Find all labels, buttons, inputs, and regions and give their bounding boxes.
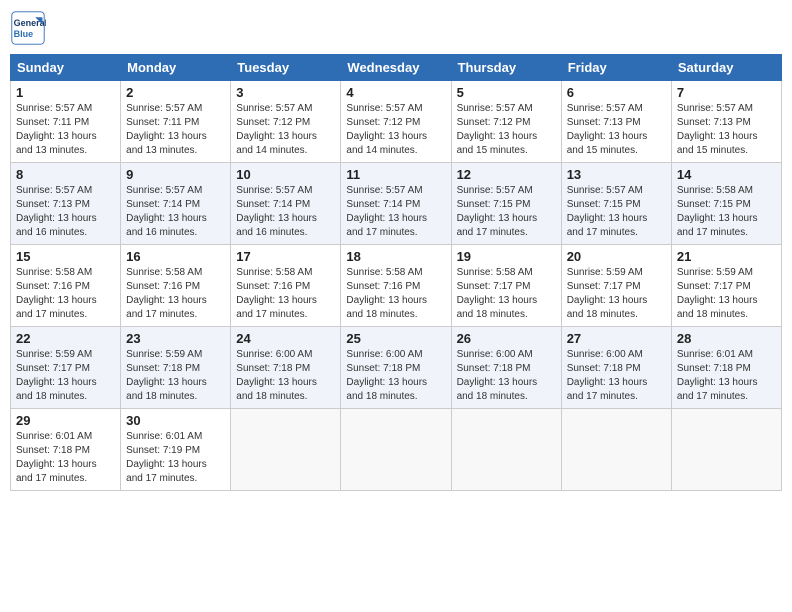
day-20: 20Sunrise: 5:59 AMSunset: 7:17 PMDayligh… <box>561 245 671 327</box>
day-12: 12Sunrise: 5:57 AMSunset: 7:15 PMDayligh… <box>451 163 561 245</box>
empty-cell <box>561 409 671 491</box>
logo: General Blue <box>10 10 50 46</box>
calendar-week-1: 1Sunrise: 5:57 AMSunset: 7:11 PMDaylight… <box>11 81 782 163</box>
day-8: 8Sunrise: 5:57 AMSunset: 7:13 PMDaylight… <box>11 163 121 245</box>
calendar-table: SundayMondayTuesdayWednesdayThursdayFrid… <box>10 54 782 491</box>
header-tuesday: Tuesday <box>231 55 341 81</box>
calendar-header-row: SundayMondayTuesdayWednesdayThursdayFrid… <box>11 55 782 81</box>
day-25: 25Sunrise: 6:00 AMSunset: 7:18 PMDayligh… <box>341 327 451 409</box>
day-9: 9Sunrise: 5:57 AMSunset: 7:14 PMDaylight… <box>121 163 231 245</box>
empty-cell <box>671 409 781 491</box>
svg-text:Blue: Blue <box>14 29 34 39</box>
logo-icon: General Blue <box>10 10 46 46</box>
empty-cell <box>341 409 451 491</box>
header-wednesday: Wednesday <box>341 55 451 81</box>
day-26: 26Sunrise: 6:00 AMSunset: 7:18 PMDayligh… <box>451 327 561 409</box>
day-30: 30Sunrise: 6:01 AMSunset: 7:19 PMDayligh… <box>121 409 231 491</box>
day-13: 13Sunrise: 5:57 AMSunset: 7:15 PMDayligh… <box>561 163 671 245</box>
day-11: 11Sunrise: 5:57 AMSunset: 7:14 PMDayligh… <box>341 163 451 245</box>
day-23: 23Sunrise: 5:59 AMSunset: 7:18 PMDayligh… <box>121 327 231 409</box>
day-21: 21Sunrise: 5:59 AMSunset: 7:17 PMDayligh… <box>671 245 781 327</box>
day-5: 5Sunrise: 5:57 AMSunset: 7:12 PMDaylight… <box>451 81 561 163</box>
day-4: 4Sunrise: 5:57 AMSunset: 7:12 PMDaylight… <box>341 81 451 163</box>
header-monday: Monday <box>121 55 231 81</box>
header-friday: Friday <box>561 55 671 81</box>
header-sunday: Sunday <box>11 55 121 81</box>
empty-cell <box>231 409 341 491</box>
day-10: 10Sunrise: 5:57 AMSunset: 7:14 PMDayligh… <box>231 163 341 245</box>
calendar-week-2: 8Sunrise: 5:57 AMSunset: 7:13 PMDaylight… <box>11 163 782 245</box>
day-6: 6Sunrise: 5:57 AMSunset: 7:13 PMDaylight… <box>561 81 671 163</box>
day-17: 17Sunrise: 5:58 AMSunset: 7:16 PMDayligh… <box>231 245 341 327</box>
day-15: 15Sunrise: 5:58 AMSunset: 7:16 PMDayligh… <box>11 245 121 327</box>
calendar-week-4: 22Sunrise: 5:59 AMSunset: 7:17 PMDayligh… <box>11 327 782 409</box>
day-19: 19Sunrise: 5:58 AMSunset: 7:17 PMDayligh… <box>451 245 561 327</box>
day-22: 22Sunrise: 5:59 AMSunset: 7:17 PMDayligh… <box>11 327 121 409</box>
header-thursday: Thursday <box>451 55 561 81</box>
day-18: 18Sunrise: 5:58 AMSunset: 7:16 PMDayligh… <box>341 245 451 327</box>
day-7: 7Sunrise: 5:57 AMSunset: 7:13 PMDaylight… <box>671 81 781 163</box>
day-3: 3Sunrise: 5:57 AMSunset: 7:12 PMDaylight… <box>231 81 341 163</box>
day-28: 28Sunrise: 6:01 AMSunset: 7:18 PMDayligh… <box>671 327 781 409</box>
header-saturday: Saturday <box>671 55 781 81</box>
day-1: 1Sunrise: 5:57 AMSunset: 7:11 PMDaylight… <box>11 81 121 163</box>
page-header: General Blue <box>10 10 782 46</box>
calendar-week-5: 29Sunrise: 6:01 AMSunset: 7:18 PMDayligh… <box>11 409 782 491</box>
day-2: 2Sunrise: 5:57 AMSunset: 7:11 PMDaylight… <box>121 81 231 163</box>
calendar-week-3: 15Sunrise: 5:58 AMSunset: 7:16 PMDayligh… <box>11 245 782 327</box>
day-16: 16Sunrise: 5:58 AMSunset: 7:16 PMDayligh… <box>121 245 231 327</box>
day-14: 14Sunrise: 5:58 AMSunset: 7:15 PMDayligh… <box>671 163 781 245</box>
empty-cell <box>451 409 561 491</box>
day-27: 27Sunrise: 6:00 AMSunset: 7:18 PMDayligh… <box>561 327 671 409</box>
day-29: 29Sunrise: 6:01 AMSunset: 7:18 PMDayligh… <box>11 409 121 491</box>
day-24: 24Sunrise: 6:00 AMSunset: 7:18 PMDayligh… <box>231 327 341 409</box>
